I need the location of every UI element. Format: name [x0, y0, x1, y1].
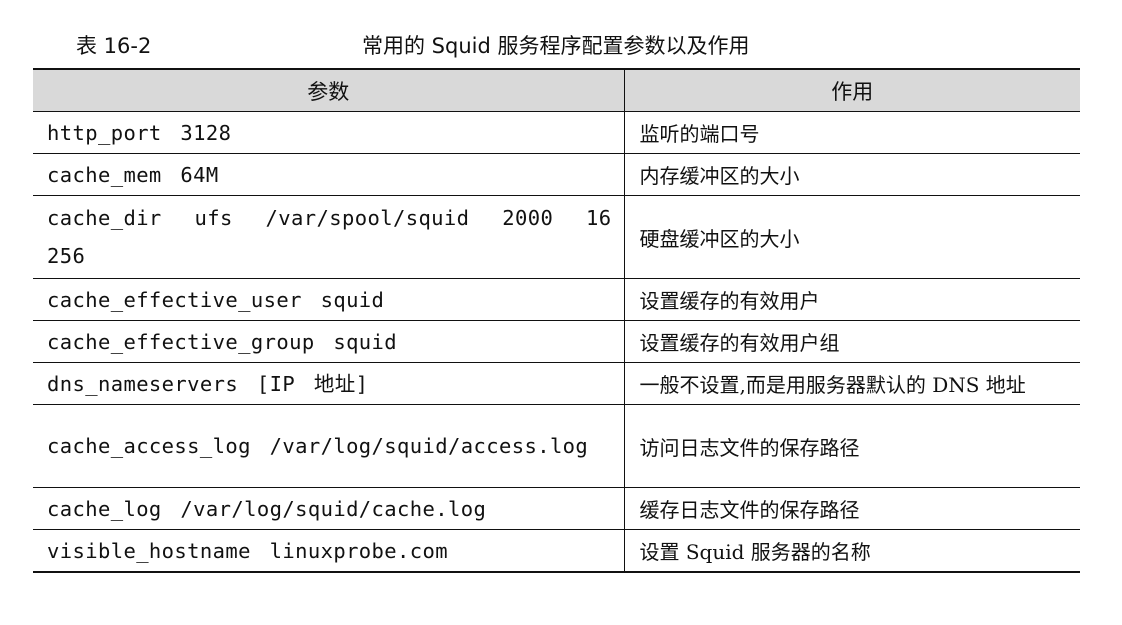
parameter-cell: visible_hostname linuxprobe.com — [33, 529, 625, 573]
description-cell: 访问日志文件的保存路径 — [624, 404, 1080, 488]
parameter-cell: dns_nameservers [IP 地址] — [33, 362, 625, 405]
description-cell: 缓存日志文件的保存路径 — [624, 487, 1080, 530]
table-row: cache_mem 64M 内存缓冲区的大小 — [33, 153, 1080, 196]
table-number: 表 16-2 — [76, 34, 152, 58]
table-row: visible_hostname linuxprobe.com 设置 Squid… — [33, 529, 1080, 573]
column-header-parameter: 参数 — [33, 68, 625, 112]
table-title: 常用的 Squid 服务程序配置参数以及作用 — [362, 34, 750, 58]
table-row: cache_effective_group squid 设置缓存的有效用户组 — [33, 320, 1080, 363]
description-cell: 设置缓存的有效用户组 — [624, 320, 1080, 363]
description-cell: 设置 Squid 服务器的名称 — [624, 529, 1080, 573]
parameter-cell: cache_mem 64M — [33, 153, 625, 196]
parameter-cell: cache_effective_group squid — [33, 320, 625, 363]
table-caption: 表 16-2 常用的 Squid 服务程序配置参数以及作用 — [0, 26, 1122, 60]
table-header-row: 参数 作用 — [33, 68, 1080, 112]
description-cell: 硬盘缓冲区的大小 — [624, 195, 1080, 279]
table-row: dns_nameservers [IP 地址] 一般不设置,而是用服务器默认的 … — [33, 362, 1080, 405]
squid-parameters-table: 参数 作用 http_port 3128 监听的端口号 cache_mem 64… — [33, 68, 1080, 573]
description-cell: 设置缓存的有效用户 — [624, 278, 1080, 321]
description-cell: 一般不设置,而是用服务器默认的 DNS 地址 — [624, 362, 1080, 405]
description-cell: 监听的端口号 — [624, 111, 1080, 154]
parameter-cell: cache_log /var/log/squid/cache.log — [33, 487, 625, 530]
parameter-cell: cache_effective_user squid — [33, 278, 625, 321]
parameter-cell: http_port 3128 — [33, 111, 625, 154]
parameter-cell: cache_access_log /var/log/squid/access.l… — [33, 404, 625, 488]
column-header-function: 作用 — [624, 68, 1080, 112]
table-row: cache_log /var/log/squid/cache.log 缓存日志文… — [33, 487, 1080, 530]
table-row: cache_dir ufs /var/spool/squid 2000 16 2… — [33, 195, 1080, 279]
table-row: http_port 3128 监听的端口号 — [33, 111, 1080, 154]
parameter-cell: cache_dir ufs /var/spool/squid 2000 16 2… — [33, 195, 625, 279]
table-row: cache_access_log /var/log/squid/access.l… — [33, 404, 1080, 488]
description-cell: 内存缓冲区的大小 — [624, 153, 1080, 196]
table-row: cache_effective_user squid 设置缓存的有效用户 — [33, 278, 1080, 321]
